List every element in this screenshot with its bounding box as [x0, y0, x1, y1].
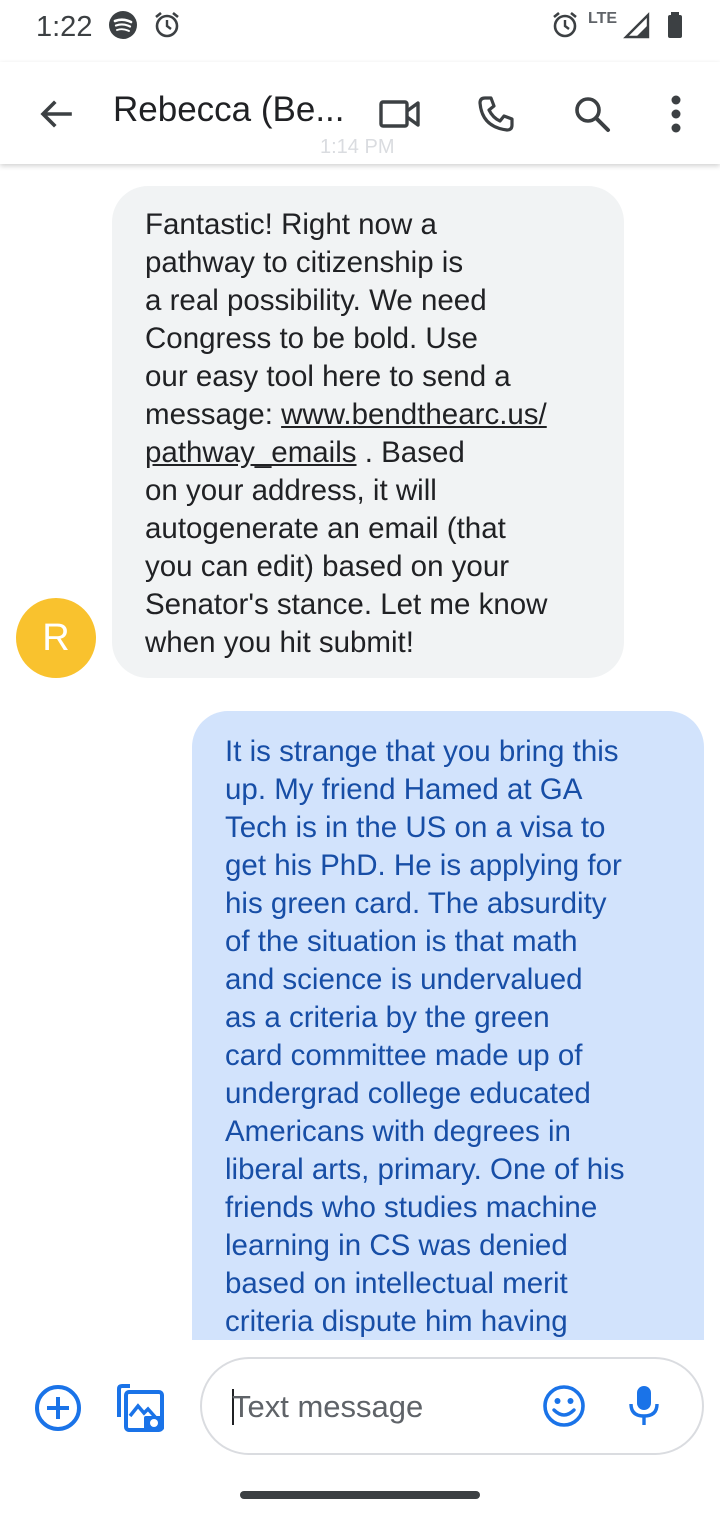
spotify-icon	[108, 10, 140, 42]
status-bar: 1:22 LTE	[0, 0, 720, 56]
alarm-icon	[152, 10, 184, 42]
avatar[interactable]: R	[16, 598, 96, 678]
signal-icon	[622, 10, 654, 42]
search-icon[interactable]	[564, 86, 620, 142]
conversation-app-bar: 1:14 PM Rebecca (Be...	[0, 62, 720, 164]
alarm-icon	[550, 10, 582, 42]
message-input-container[interactable]	[200, 1357, 704, 1455]
video-call-icon[interactable]	[372, 86, 428, 142]
compose-bar	[0, 1340, 720, 1470]
add-icon[interactable]	[30, 1380, 86, 1436]
mic-icon[interactable]	[616, 1378, 672, 1434]
network-type: LTE	[588, 10, 618, 27]
contact-name[interactable]: Rebecca (Be...	[113, 90, 345, 130]
battery-icon	[660, 10, 692, 42]
message-input[interactable]	[232, 1387, 532, 1427]
emoji-icon[interactable]	[536, 1378, 592, 1434]
message-text: It is strange that you bring this up. My…	[225, 735, 625, 1338]
gesture-nav-handle[interactable]	[240, 1491, 480, 1499]
outgoing-message-bubble[interactable]: It is strange that you bring this up. My…	[192, 711, 704, 1340]
gallery-icon[interactable]	[114, 1380, 170, 1436]
message-thread[interactable]: Fantastic! Right now a pathway to citize…	[0, 164, 720, 1340]
phone-icon[interactable]	[468, 86, 524, 142]
avatar-letter: R	[42, 616, 70, 659]
status-time: 1:22	[36, 11, 93, 43]
back-arrow-icon[interactable]	[28, 86, 84, 142]
incoming-message-bubble[interactable]: Fantastic! Right now a pathway to citize…	[112, 186, 624, 678]
message-text: . Based on your address, it will autogen…	[145, 436, 548, 659]
more-vert-icon[interactable]	[648, 86, 704, 142]
